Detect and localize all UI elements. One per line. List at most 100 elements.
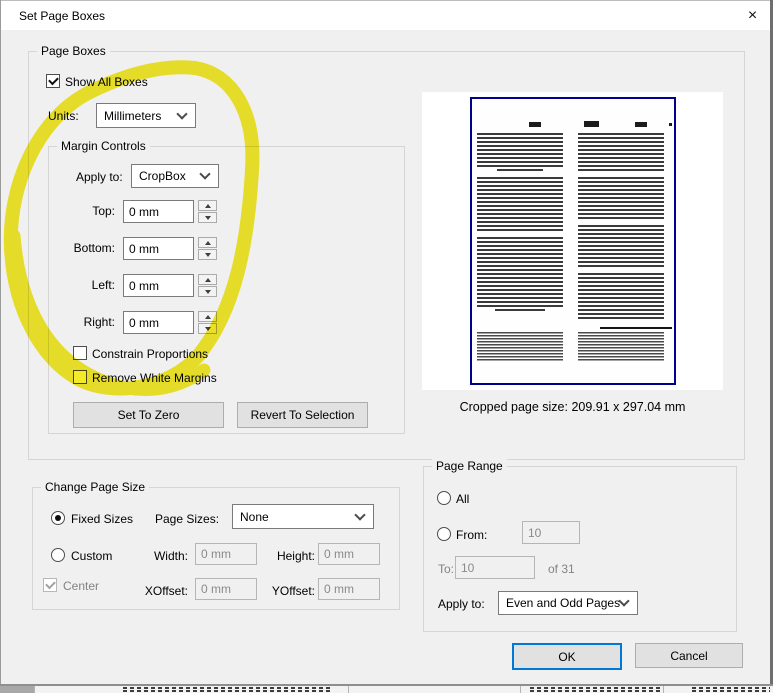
preview-text-block: [578, 177, 664, 221]
spinner-down-icon: [204, 289, 211, 294]
page-sizes-dropdown[interactable]: None: [232, 504, 374, 529]
top-input[interactable]: 0 mm: [123, 200, 194, 223]
left-spinner-up[interactable]: [198, 274, 217, 285]
range-apply-to-value: Even and Odd Pages: [506, 596, 621, 610]
page-boxes-group-label: Page Boxes: [37, 44, 110, 58]
right-spinner-up[interactable]: [198, 311, 217, 322]
range-apply-to-dropdown[interactable]: Even and Odd Pages: [498, 591, 638, 615]
remove-white-margins-checkbox[interactable]: [73, 370, 87, 384]
fixed-sizes-radio[interactable]: [51, 511, 65, 525]
left-label: Left:: [91, 278, 115, 292]
background-page-edge: [520, 686, 521, 693]
change-page-size-group-label: Change Page Size: [41, 480, 150, 494]
preview-header-mark: [529, 122, 541, 127]
right-spinner-down[interactable]: [198, 323, 217, 334]
bottom-spinner-down[interactable]: [198, 249, 217, 260]
to-value: 10: [461, 560, 475, 575]
range-apply-to-label: Apply to:: [438, 597, 485, 611]
xoffset-input: 0 mm: [195, 578, 257, 600]
background-page-edge: [663, 686, 664, 693]
from-input: 10: [522, 521, 580, 544]
xoffset-value: 0 mm: [201, 582, 231, 596]
revert-to-selection-button[interactable]: Revert To Selection: [237, 402, 368, 428]
preview-text-block: [497, 169, 543, 172]
close-icon: ×: [747, 6, 758, 24]
left-input[interactable]: 0 mm: [123, 274, 194, 297]
background-page-edge: [348, 686, 349, 693]
to-label: To:: [438, 562, 455, 576]
window-border: [0, 0, 1, 686]
right-value: 0 mm: [129, 315, 159, 330]
background-text-smudge: [530, 690, 660, 692]
page-range-group-label: Page Range: [432, 459, 507, 473]
set-to-zero-button[interactable]: Set To Zero: [73, 402, 224, 428]
from-label: From:: [456, 528, 488, 542]
preview-header-mark: [584, 121, 599, 127]
cancel-button[interactable]: Cancel: [635, 643, 743, 668]
page-sizes-label: Page Sizes:: [155, 512, 220, 526]
width-input: 0 mm: [195, 543, 257, 565]
top-spinner: [198, 200, 217, 223]
remove-white-margins-label: Remove White Margins: [92, 371, 217, 385]
bottom-value: 0 mm: [129, 241, 159, 256]
custom-radio[interactable]: [51, 548, 65, 562]
of-total-label: of 31: [548, 562, 575, 576]
preview-footnote-block: [477, 332, 563, 362]
window-border: [0, 0, 773, 1]
left-spinner-down[interactable]: [198, 286, 217, 297]
yoffset-value: 0 mm: [324, 582, 354, 596]
spinner-up-icon: [204, 203, 211, 208]
preview-text-block: [578, 273, 664, 321]
page-sizes-value: None: [240, 509, 269, 524]
background-text-smudge: [123, 690, 333, 692]
height-input: 0 mm: [318, 543, 380, 565]
bottom-label: Bottom:: [73, 241, 115, 255]
spinner-up-icon: [204, 277, 211, 282]
top-spinner-up[interactable]: [198, 200, 217, 211]
spinner-up-icon: [204, 240, 211, 245]
cropped-page-size-caption: Cropped page size: 209.91 x 297.04 mm: [459, 400, 686, 414]
from-value: 10: [528, 525, 542, 540]
title-bar: Set Page Boxes: [1, 1, 770, 30]
width-value: 0 mm: [201, 547, 231, 561]
show-all-boxes-label: Show All Boxes: [65, 75, 148, 89]
right-input[interactable]: 0 mm: [123, 311, 194, 334]
yoffset-label: YOffset:: [271, 584, 315, 598]
left-spinner: [198, 274, 217, 297]
preview-header-mark: [669, 123, 672, 126]
preview-footnote-block: [578, 332, 664, 362]
constrain-proportions-checkbox[interactable]: [73, 346, 87, 360]
background-text-smudge: [692, 690, 770, 692]
units-dropdown[interactable]: Millimeters: [96, 103, 196, 128]
preview-text-block: [477, 177, 563, 233]
bottom-spinner-up[interactable]: [198, 237, 217, 248]
bottom-spinner: [198, 237, 217, 260]
background-text-smudge: [530, 687, 660, 689]
show-all-boxes-checkbox[interactable]: [46, 74, 60, 88]
ok-button[interactable]: OK: [512, 643, 622, 670]
apply-to-dropdown[interactable]: CropBox: [131, 164, 219, 188]
spinner-up-icon: [204, 314, 211, 319]
from-radio[interactable]: [437, 527, 451, 541]
all-pages-radio[interactable]: [437, 491, 451, 505]
margin-controls-group-label: Margin Controls: [57, 139, 150, 153]
spinner-down-icon: [204, 326, 211, 331]
top-label: Top:: [92, 204, 115, 218]
background-document-strip: [0, 686, 773, 693]
left-value: 0 mm: [129, 278, 159, 293]
close-button[interactable]: ×: [735, 1, 770, 30]
top-spinner-down[interactable]: [198, 212, 217, 223]
constrain-proportions-label: Constrain Proportions: [92, 347, 209, 361]
center-label: Center: [63, 579, 100, 593]
chevron-down-icon: [354, 508, 366, 521]
bottom-input[interactable]: 0 mm: [123, 237, 194, 260]
height-label: Height:: [276, 549, 315, 563]
top-value: 0 mm: [129, 204, 159, 219]
spinner-down-icon: [204, 215, 211, 220]
background-canvas: [0, 686, 34, 693]
all-pages-label: All: [456, 492, 470, 506]
width-label: Width:: [153, 549, 188, 563]
to-input: 10: [455, 556, 535, 579]
height-value: 0 mm: [324, 547, 354, 561]
preview-text-block: [578, 133, 664, 173]
